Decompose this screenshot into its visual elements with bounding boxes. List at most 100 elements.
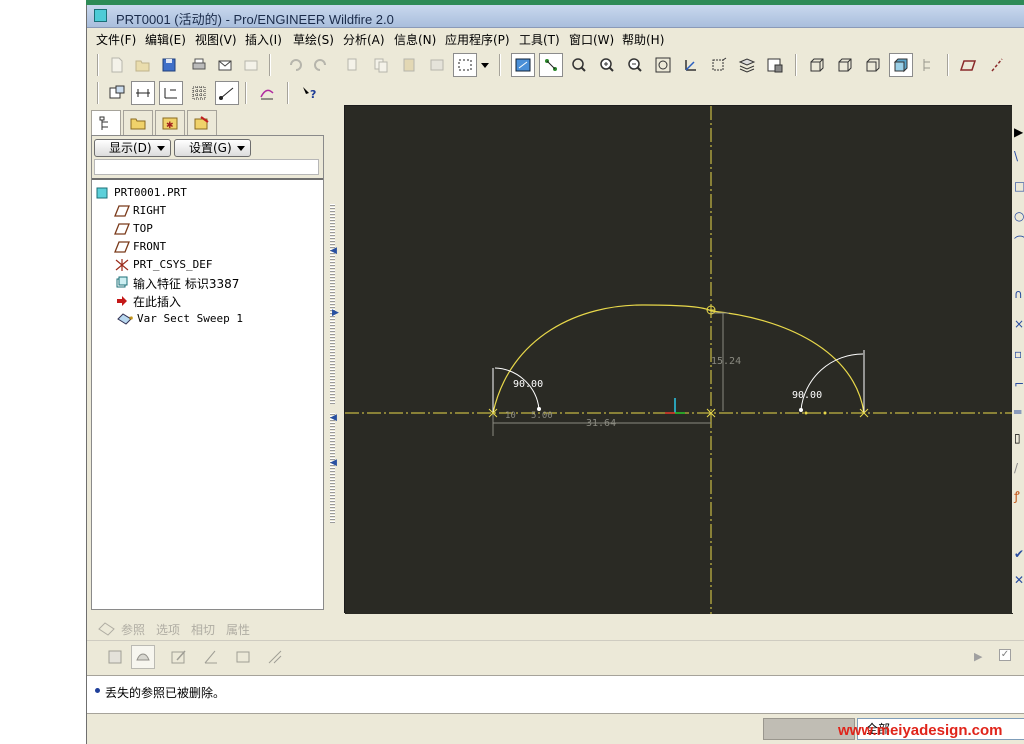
dash-tab-options[interactable]: 选项 (156, 621, 180, 638)
menu-sketch[interactable]: 草绘(S) (293, 31, 334, 48)
width-dim-text[interactable]: 31.64 (586, 418, 616, 429)
dash-tab-tangency[interactable]: 相切 (191, 621, 215, 638)
save-icon[interactable] (157, 53, 181, 77)
point-marker[interactable] (823, 411, 827, 415)
disp-grid-icon[interactable] (187, 81, 211, 105)
preview-checkbox[interactable]: ✓ (999, 649, 1011, 661)
menu-insert[interactable]: 插入(I) (245, 31, 282, 48)
modify-tool-icon[interactable]: ▯ (1014, 431, 1021, 445)
small-dim-text[interactable]: 10 (505, 411, 516, 421)
undo-icon[interactable] (283, 53, 307, 77)
reorient-icon[interactable] (679, 53, 703, 77)
height-dim-text[interactable]: 15.24 (711, 356, 741, 367)
select-arrow-icon[interactable]: ▶ (1014, 125, 1023, 139)
accept-icon[interactable]: ✔ (1014, 547, 1024, 561)
point-tool-icon[interactable]: ▫ (1014, 347, 1022, 361)
view-manager-icon[interactable] (763, 53, 787, 77)
title-bar[interactable]: PRT0001 (活动的) - Pro/ENGINEER Wildfire 2.… (87, 5, 1024, 28)
dropdown-icon[interactable] (478, 53, 492, 77)
folder-browser-tab-icon[interactable] (123, 110, 153, 136)
print-icon[interactable] (187, 53, 211, 77)
menu-help[interactable]: 帮助(H) (622, 31, 664, 48)
zoom-out-icon[interactable] (623, 53, 647, 77)
use-edge-icon[interactable]: ⌐ (1014, 377, 1024, 391)
expand-right-icon[interactable]: ▶ (332, 308, 339, 318)
menu-applications[interactable]: 应用程序(P) (445, 31, 510, 48)
menu-info[interactable]: 信息(N) (394, 31, 436, 48)
cut-icon[interactable] (341, 53, 365, 77)
layers-icon[interactable] (735, 53, 759, 77)
paste-icon[interactable] (397, 53, 421, 77)
surface-icon[interactable] (131, 645, 155, 669)
constant-section-icon[interactable] (263, 645, 287, 669)
shading-icon[interactable] (889, 53, 913, 77)
sketch-point-icon[interactable] (539, 53, 563, 77)
send-mail-attach-icon[interactable] (239, 53, 263, 77)
menu-analysis[interactable]: 分析(A) (343, 31, 385, 48)
constraints-tool-icon[interactable]: / (1014, 461, 1018, 475)
open-icon[interactable] (131, 53, 155, 77)
rectangle-tool-icon[interactable]: □ (1014, 179, 1024, 193)
settings-button[interactable]: 设置(G) (174, 139, 251, 157)
text-tool-icon[interactable]: ꝭ (1014, 487, 1020, 504)
connections-tab-icon[interactable] (187, 110, 217, 136)
favorites-tab-icon[interactable]: ✱ (155, 110, 185, 136)
circle-tool-icon[interactable]: ○ (1014, 209, 1024, 223)
copy-icon[interactable] (369, 53, 393, 77)
paste-special-icon[interactable] (425, 53, 449, 77)
cancel-icon[interactable]: ✕ (1014, 573, 1024, 587)
sketch-analysis-icon[interactable] (255, 81, 279, 105)
edit-section-icon[interactable] (167, 645, 191, 669)
datum-plane-icon[interactable] (957, 53, 981, 77)
saved-views-icon[interactable] (707, 53, 731, 77)
zoom-in-icon[interactable] (595, 53, 619, 77)
display-button[interactable]: 显示(D) (94, 139, 171, 157)
spline-tool-icon[interactable]: × (1014, 317, 1024, 331)
menu-tools[interactable]: 工具(T) (519, 31, 560, 48)
thicken-icon[interactable] (231, 645, 255, 669)
panel-splitter[interactable]: ◀ ▶ ◀ ◀ (326, 108, 340, 613)
zoom-area-icon[interactable] (567, 53, 591, 77)
model-tree-filter-input[interactable] (94, 159, 319, 175)
new-icon[interactable] (105, 53, 129, 77)
send-mail-icon[interactable] (213, 53, 237, 77)
sketch-orient-icon[interactable] (511, 53, 535, 77)
dash-tab-properties[interactable]: 属性 (226, 621, 250, 638)
wireframe-icon[interactable] (805, 53, 829, 77)
left-angle-dim-text[interactable]: 90.00 (513, 379, 543, 390)
dash-tab-references[interactable]: 参照 (121, 621, 145, 638)
menu-view[interactable]: 视图(V) (195, 31, 237, 48)
refit-icon[interactable] (651, 53, 675, 77)
sketch-setup-icon[interactable] (105, 81, 129, 105)
select-box-icon[interactable] (453, 53, 477, 77)
point-marker[interactable] (804, 411, 808, 415)
point-marker[interactable] (537, 407, 541, 411)
sketch-canvas[interactable]: 90.00 90.00 15.24 31.64 10 5.00 (344, 105, 1013, 614)
arc-tool-icon[interactable]: ⌒ (1014, 233, 1024, 250)
no-hidden-icon[interactable] (861, 53, 885, 77)
menu-edit[interactable]: 编辑(E) (145, 31, 186, 48)
sketch-drawing[interactable]: 90.00 90.00 15.24 31.64 10 5.00 (345, 106, 1013, 614)
remove-material-icon[interactable] (199, 645, 223, 669)
disp-constraints-icon[interactable] (159, 81, 183, 105)
line-tool-icon[interactable]: \ (1014, 149, 1018, 163)
collapse-left-icon[interactable]: ◀ (330, 246, 337, 256)
dimension-tool-icon[interactable]: ═ (1014, 405, 1021, 419)
menu-window[interactable]: 窗口(W) (569, 31, 614, 48)
collapse-left-icon[interactable]: ◀ (330, 413, 337, 423)
datum-axis-icon[interactable] (985, 53, 1009, 77)
fillet-tool-icon[interactable]: ∩ (1014, 287, 1023, 301)
small-dim-text[interactable]: 5.00 (531, 411, 553, 421)
model-tree-tab-icon[interactable] (91, 110, 121, 136)
point-marker[interactable] (799, 408, 803, 412)
context-help-icon[interactable]: ? (297, 81, 321, 105)
right-angle-dim-text[interactable]: 90.00 (792, 390, 822, 401)
disp-vertices-icon[interactable] (215, 81, 239, 105)
solid-icon[interactable] (103, 645, 127, 669)
pause-icon[interactable]: ▶ (974, 650, 982, 663)
redo-icon[interactable] (309, 53, 333, 77)
collapse-left-icon[interactable]: ◀ (330, 458, 337, 468)
model-tree-toggle-icon[interactable] (917, 53, 941, 77)
disp-dims-icon[interactable] (131, 81, 155, 105)
hidden-line-icon[interactable] (833, 53, 857, 77)
